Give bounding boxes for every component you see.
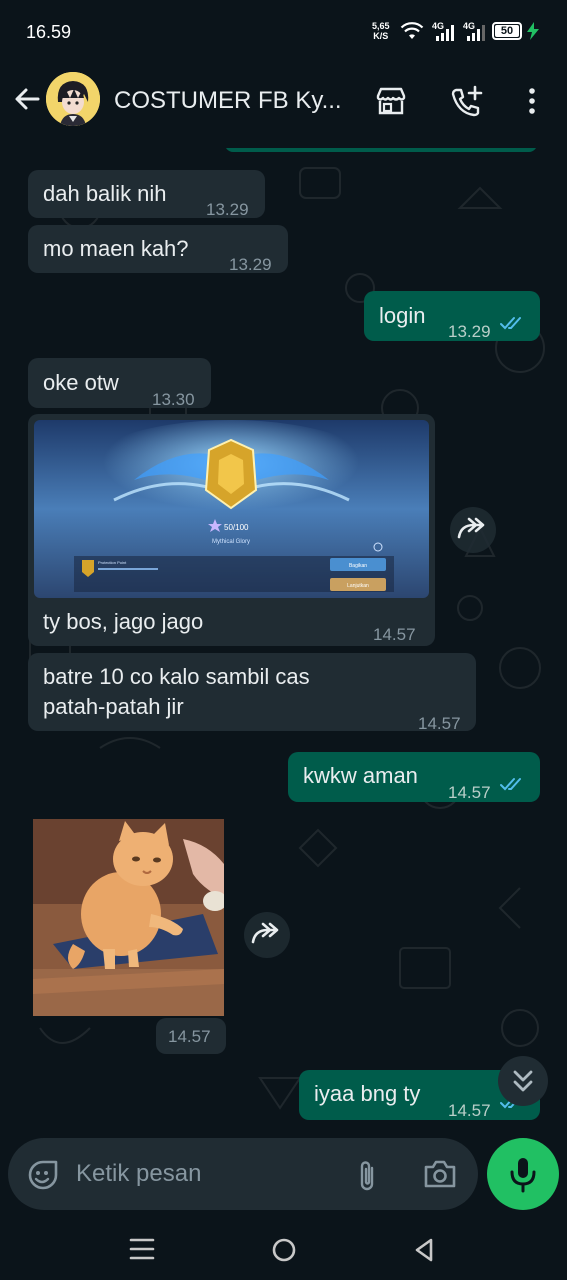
message-time: 13.29: [448, 322, 491, 341]
message-incoming[interactable]: oke otw 13.30: [28, 358, 211, 409]
back-arrow-icon[interactable]: [10, 82, 44, 116]
message-incoming-image[interactable]: [33, 819, 227, 1016]
message-outgoing[interactable]: kwkw aman 14.57: [288, 752, 540, 802]
image-caption: ty bos, jago jago: [43, 609, 204, 634]
message-input[interactable]: [76, 1152, 346, 1196]
message-time: 14.57: [418, 714, 461, 733]
message-time: 13.29: [206, 200, 249, 219]
contact-avatar[interactable]: [46, 72, 100, 126]
message-input-container[interactable]: [8, 1138, 478, 1210]
composer-bar: [0, 1134, 567, 1214]
read-ticks-icon: [500, 317, 521, 330]
message-outgoing[interactable]: login 13.29: [364, 291, 540, 341]
signal-4g-icon-2: 4G: [463, 21, 485, 41]
message-text: oke otw: [43, 370, 119, 395]
recent-apps-icon[interactable]: [128, 1236, 156, 1262]
more-options-icon[interactable]: [522, 86, 542, 116]
network-speed-value: 5,65: [372, 21, 390, 31]
forward-icon: [457, 517, 485, 539]
battery-icon: 50: [492, 22, 522, 40]
message-text: login: [379, 303, 426, 328]
add-call-icon[interactable]: [448, 84, 484, 120]
rank-stars: 50/100: [224, 523, 249, 532]
avatar-image: [46, 72, 100, 126]
forward-button[interactable]: [244, 912, 290, 958]
battery-level: 50: [500, 25, 514, 37]
message-text: kwkw aman: [303, 763, 418, 788]
chat-header: COSTUMER FB Ky...: [0, 62, 567, 148]
previous-message-edge: [225, 148, 537, 152]
message-text-line1: batre 10 co kalo sambil cas: [43, 664, 310, 689]
message-time: 14.57: [168, 1027, 211, 1046]
scroll-to-bottom-button[interactable]: [498, 1056, 548, 1106]
signal-4g-icon: 4G: [432, 21, 454, 41]
message-incoming[interactable]: batre 10 co kalo sambil cas patah-patah …: [28, 653, 476, 733]
forward-button[interactable]: [450, 507, 496, 553]
cat-photo[interactable]: [33, 819, 227, 1016]
wifi-icon: [400, 22, 424, 39]
continue-game-label: Lanjutkan: [347, 583, 369, 589]
svg-text:4G: 4G: [463, 21, 475, 31]
message-text-line2: patah-patah jir: [43, 694, 184, 719]
emoji-sticker-icon[interactable]: [26, 1158, 60, 1192]
system-navigation-bar: [0, 1214, 567, 1280]
message-incoming[interactable]: dah balik nih 13.29: [28, 170, 265, 219]
charging-icon: [527, 22, 539, 40]
home-icon[interactable]: [270, 1236, 298, 1264]
attach-paperclip-icon[interactable]: [354, 1158, 380, 1194]
message-time: 13.30: [152, 390, 195, 409]
message-time: 14.57: [373, 625, 416, 644]
status-bar: 16.59 5,65 K/S 4G 4G 50: [0, 0, 567, 62]
message-text: iyaa bng ty: [314, 1081, 421, 1106]
svg-text:4G: 4G: [432, 21, 444, 31]
game-screenshot-image[interactable]: 50/100 Mythical Glory Protection Point B…: [34, 420, 429, 598]
message-incoming-image[interactable]: 50/100 Mythical Glory Protection Point B…: [28, 414, 435, 646]
camera-icon[interactable]: [422, 1158, 458, 1190]
message-time: 14.57: [448, 1101, 491, 1120]
message-text: mo maen kah?: [43, 236, 189, 261]
read-ticks-icon: [500, 778, 521, 791]
image-time-chip: 14.57: [156, 1018, 226, 1054]
message-incoming[interactable]: mo maen kah? 13.29: [28, 225, 288, 274]
share-game-label: Bagikan: [349, 563, 367, 569]
contact-name[interactable]: COSTUMER FB Ky...: [114, 87, 342, 115]
protection-label: Protection Point: [98, 560, 127, 565]
voice-record-button[interactable]: [487, 1138, 559, 1210]
catalog-store-icon[interactable]: [374, 84, 408, 118]
rank-name: Mythical Glory: [212, 539, 250, 545]
network-speed: 5,65 K/S: [372, 21, 390, 41]
chat-messages[interactable]: dah balik nih 13.29 mo maen kah? 13.29 l…: [0, 148, 567, 1134]
message-time: 14.57: [448, 783, 491, 802]
back-nav-icon[interactable]: [410, 1236, 438, 1264]
status-time: 16.59: [26, 22, 72, 42]
network-speed-unit: K/S: [373, 31, 389, 41]
double-chevron-down-icon: [513, 1070, 533, 1092]
microphone-icon: [510, 1158, 536, 1193]
message-time: 13.29: [229, 255, 272, 274]
message-text: dah balik nih: [43, 181, 167, 206]
forward-icon: [251, 922, 279, 944]
